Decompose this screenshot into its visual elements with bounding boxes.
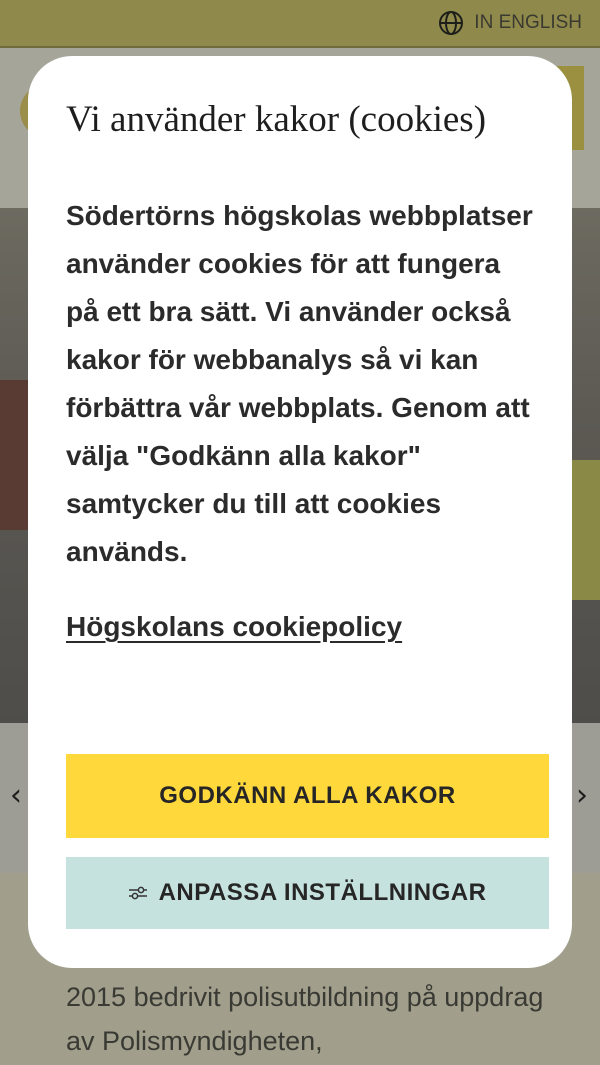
article-text: 2015 bedrivit polisutbildning på uppdrag… <box>66 982 544 1056</box>
globe-icon <box>439 11 464 35</box>
dialog-title: Vi använder kakor (cookies) <box>66 99 487 140</box>
customize-button-label: ANPASSA INSTÄLLNINGAR <box>158 879 487 906</box>
hero-image-detail <box>0 380 30 530</box>
language-link-label: IN ENGLISH <box>474 12 582 33</box>
top-bar: IN ENGLISH <box>0 0 600 48</box>
slider-prev-icon[interactable]: ‹ <box>10 778 22 813</box>
page: IN ENGLISH ‹ › 2015 bedrivit polisutbild… <box>0 0 600 1065</box>
slider-next-icon[interactable]: › <box>576 778 588 813</box>
dialog-body-text: Södertörns högskolas webbplatser använde… <box>66 200 533 567</box>
accept-all-cookies-button[interactable]: GODKÄNN ALLA KAKOR <box>66 754 549 838</box>
sliders-icon <box>128 886 147 900</box>
hero-image-detail <box>570 460 600 600</box>
cookie-policy-link[interactable]: Högskolans cookiepolicy <box>66 611 402 643</box>
cookie-consent-dialog: Vi använder kakor (cookies) Södertörns h… <box>28 56 572 968</box>
customize-settings-button[interactable]: ANPASSA INSTÄLLNINGAR <box>66 857 549 929</box>
language-switch-link[interactable]: IN ENGLISH <box>438 10 582 36</box>
accept-button-label: GODKÄNN ALLA KAKOR <box>159 782 456 809</box>
